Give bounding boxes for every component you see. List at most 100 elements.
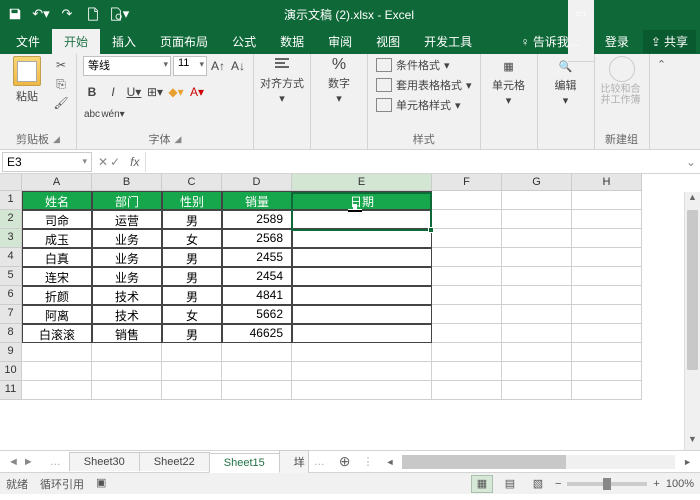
horizontal-scrollbar[interactable]: ◄ ► xyxy=(377,455,700,469)
tab-home[interactable]: 开始 xyxy=(52,29,100,54)
row-header[interactable]: 6 xyxy=(0,286,22,305)
cell[interactable]: 2454 xyxy=(222,267,292,286)
new-sheet-button[interactable]: ⊕ xyxy=(331,453,359,470)
cell[interactable] xyxy=(572,267,642,286)
cell[interactable] xyxy=(432,362,502,381)
cell[interactable]: 姓名 xyxy=(22,191,92,210)
underline-button[interactable]: U▾ xyxy=(125,83,143,101)
font-name-select[interactable]: 等线 xyxy=(83,56,171,76)
tab-insert[interactable]: 插入 xyxy=(100,29,148,54)
cell[interactable]: 女 xyxy=(162,305,222,324)
cell[interactable] xyxy=(502,229,572,248)
copy-icon[interactable]: ⎘ xyxy=(52,75,70,93)
cell[interactable] xyxy=(292,248,432,267)
cell[interactable] xyxy=(162,343,222,362)
cell[interactable] xyxy=(22,343,92,362)
cell[interactable]: 5662 xyxy=(222,305,292,324)
cell[interactable] xyxy=(502,381,572,400)
increase-font-icon[interactable]: A↑ xyxy=(209,57,227,75)
cell[interactable]: 日期 xyxy=(292,191,432,210)
row-header[interactable]: 3 xyxy=(0,229,22,248)
cell[interactable]: 2568 xyxy=(222,229,292,248)
cell[interactable] xyxy=(572,191,642,210)
cell[interactable] xyxy=(432,229,502,248)
share-button[interactable]: ⇪ 共享 xyxy=(643,30,696,53)
cell[interactable]: 性别 xyxy=(162,191,222,210)
cell[interactable]: 男 xyxy=(162,210,222,229)
tell-me[interactable]: ♀ 告诉我... xyxy=(509,29,591,54)
cell[interactable] xyxy=(92,343,162,362)
cell[interactable] xyxy=(292,381,432,400)
macro-record-icon[interactable]: ▣ xyxy=(96,476,106,492)
sheet-tab-3[interactable]: Sheet15 xyxy=(209,453,280,473)
cell[interactable] xyxy=(502,324,572,343)
number-button[interactable]: %数字▾ xyxy=(317,56,361,105)
row-header[interactable]: 8 xyxy=(0,324,22,343)
normal-view-icon[interactable]: ▦ xyxy=(471,475,493,493)
border-button[interactable]: ⊞▾ xyxy=(146,83,164,101)
sheet-tab-4[interactable]: 垟 xyxy=(279,450,309,473)
sheet-nav-prev-icon[interactable]: ◄ xyxy=(8,456,19,468)
cell[interactable] xyxy=(432,248,502,267)
cancel-formula-icon[interactable]: ✕ xyxy=(98,155,108,169)
sheet-nav-more[interactable]: … xyxy=(42,456,69,468)
col-header[interactable]: H xyxy=(572,174,642,191)
clipboard-launcher[interactable]: ◢ xyxy=(53,134,60,145)
sheet-tab-1[interactable]: Sheet30 xyxy=(69,452,140,471)
cell[interactable]: 成玉 xyxy=(22,229,92,248)
formula-bar[interactable] xyxy=(145,152,682,172)
cell[interactable]: 技术 xyxy=(92,286,162,305)
cell[interactable] xyxy=(432,191,502,210)
cell[interactable]: 男 xyxy=(162,324,222,343)
cell[interactable]: 男 xyxy=(162,286,222,305)
cell[interactable]: 销售 xyxy=(92,324,162,343)
fill-handle[interactable] xyxy=(428,227,434,233)
cell[interactable] xyxy=(572,381,642,400)
cell[interactable] xyxy=(292,229,432,248)
cell[interactable]: 业务 xyxy=(92,229,162,248)
cell[interactable]: 46625 xyxy=(222,324,292,343)
tab-formulas[interactable]: 公式 xyxy=(220,29,268,54)
cell[interactable] xyxy=(502,191,572,210)
zoom-in-icon[interactable]: + xyxy=(653,478,659,490)
cell[interactable] xyxy=(292,324,432,343)
row-header[interactable]: 10 xyxy=(0,362,22,381)
col-header[interactable]: B xyxy=(92,174,162,191)
row-header[interactable]: 11 xyxy=(0,381,22,400)
fx-icon[interactable]: fx xyxy=(124,155,145,169)
zoom-slider[interactable] xyxy=(567,482,647,486)
col-header[interactable]: F xyxy=(432,174,502,191)
undo-icon[interactable]: ↶▾ xyxy=(30,3,52,25)
collapse-ribbon-icon[interactable]: ⌃ xyxy=(650,54,674,149)
cell[interactable] xyxy=(292,286,432,305)
cell[interactable]: 白真 xyxy=(22,248,92,267)
cell-style-button[interactable]: 单元格样式▾ xyxy=(374,96,474,114)
cell[interactable] xyxy=(432,381,502,400)
cell[interactable] xyxy=(222,381,292,400)
cell[interactable]: 销量 xyxy=(222,191,292,210)
cell[interactable]: 业务 xyxy=(92,267,162,286)
row-header[interactable]: 9 xyxy=(0,343,22,362)
cell[interactable] xyxy=(432,286,502,305)
cell[interactable] xyxy=(162,362,222,381)
bold-button[interactable]: B xyxy=(83,83,101,101)
cell[interactable] xyxy=(92,381,162,400)
decrease-font-icon[interactable]: A↓ xyxy=(229,57,247,75)
cell[interactable] xyxy=(572,324,642,343)
cell[interactable]: 4841 xyxy=(222,286,292,305)
row-header[interactable]: 7 xyxy=(0,305,22,324)
row-header[interactable]: 5 xyxy=(0,267,22,286)
cell[interactable] xyxy=(22,362,92,381)
hscroll-right-icon[interactable]: ► xyxy=(679,457,696,467)
cell[interactable] xyxy=(572,286,642,305)
cell[interactable] xyxy=(292,305,432,324)
tab-file[interactable]: 文件 xyxy=(4,29,52,54)
zoom-thumb[interactable] xyxy=(603,478,611,490)
tab-review[interactable]: 审阅 xyxy=(316,29,364,54)
align-button[interactable]: 对齐方式▾ xyxy=(260,56,304,105)
sheet-tab-2[interactable]: Sheet22 xyxy=(139,452,210,471)
cell[interactable] xyxy=(572,343,642,362)
font-color-button[interactable]: A▾ xyxy=(188,83,206,101)
cell[interactable] xyxy=(432,343,502,362)
cell[interactable]: 连宋 xyxy=(22,267,92,286)
